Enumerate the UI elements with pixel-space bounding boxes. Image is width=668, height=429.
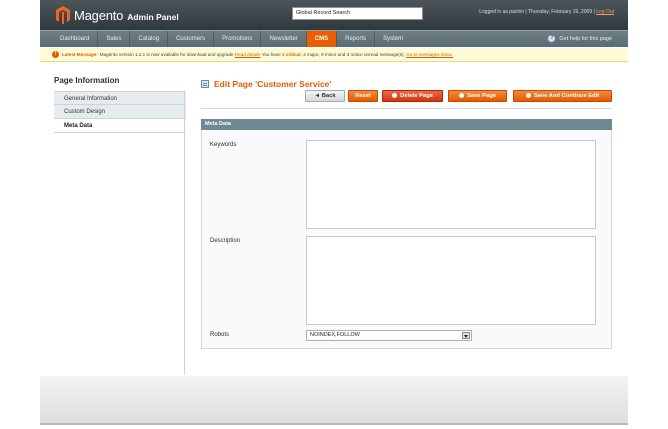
notice-text: Magento version 1.2.1 is now available f… — [99, 52, 234, 57]
meta-data-fieldset: Keywords Description Robots NOINDEX,FOLL… — [201, 130, 612, 349]
back-icon: ◄ — [314, 93, 322, 99]
page-info-sidebar: Page Information General Information Cus… — [54, 76, 186, 133]
description-textarea[interactable] — [306, 236, 596, 325]
select-arrow-icon — [462, 332, 470, 339]
critical-count: 1 critical — [281, 52, 301, 57]
save-and-continue-button[interactable]: Save And Continue Edit — [513, 90, 612, 102]
admin-header: Magento Admin Panel Global Record Search… — [40, 0, 628, 30]
nav-item-sales[interactable]: Sales — [98, 31, 131, 47]
read-details-link[interactable]: Read details — [235, 52, 261, 57]
messages-inbox-link[interactable]: Go to messages inbox. — [406, 52, 453, 57]
back-button[interactable]: ◄ Back — [305, 90, 345, 102]
nav-item-dashboard[interactable]: Dashboard — [52, 31, 99, 47]
logo-text: Magento — [74, 7, 124, 23]
save-icon — [458, 92, 464, 98]
warning-icon: ! — [52, 51, 59, 58]
save-page-button[interactable]: Save Page — [448, 90, 507, 102]
meta-data-section-header: Meta Data — [201, 119, 612, 130]
footer — [40, 376, 628, 423]
footer-divider — [40, 423, 628, 425]
keywords-textarea[interactable] — [306, 140, 596, 229]
tab-custom-design[interactable]: Custom Design — [54, 105, 186, 119]
save-icon — [525, 92, 531, 98]
robots-label: Robots — [210, 332, 230, 338]
logo[interactable]: Magento Admin Panel — [56, 6, 179, 24]
nav-item-cms[interactable]: CMS — [306, 31, 338, 47]
magento-logo-icon — [56, 6, 70, 24]
sidebar-divider — [184, 92, 185, 375]
nav-item-catalog[interactable]: Catalog — [130, 31, 169, 47]
main-nav: Dashboard Sales Catalog Customers Promot… — [40, 30, 628, 47]
system-notice: ! Latest Message: Magento version 1.2.1 … — [40, 48, 628, 62]
header-user-info: Logged in as pachin | Thursday, February… — [479, 9, 614, 15]
delete-icon — [392, 92, 398, 98]
reset-button[interactable]: Reset — [348, 90, 378, 102]
global-search-input[interactable]: Global Record Search — [292, 7, 423, 20]
nav-item-promotions[interactable]: Promotions — [214, 31, 262, 47]
description-label: Description — [210, 238, 241, 244]
nav-item-reports[interactable]: Reports — [337, 31, 376, 47]
robots-select[interactable]: NOINDEX,FOLLOW — [306, 330, 472, 341]
keywords-label: Keywords — [210, 142, 237, 148]
current-date: Thursday, February 19, 2009 — [528, 9, 593, 15]
page-title: Edit Page 'Customer Service' — [201, 79, 331, 89]
tab-general-information[interactable]: General Information — [54, 91, 186, 105]
nav-item-newsletter[interactable]: Newsletter — [261, 31, 307, 47]
logout-link[interactable]: Log Out — [596, 9, 614, 15]
help-link[interactable]: ? Get help for this page — [548, 35, 612, 42]
notice-label: Latest Message: — [62, 52, 98, 57]
help-text: Get help for this page — [559, 35, 612, 42]
logged-in-text: Logged in as pachin — [479, 9, 524, 15]
delete-page-button[interactable]: Delete Page — [382, 90, 443, 102]
title-divider — [201, 108, 612, 109]
help-icon: ? — [548, 35, 556, 42]
sidebar-title: Page Information — [54, 76, 120, 85]
nav-item-customers[interactable]: Customers — [168, 31, 215, 47]
tab-meta-data[interactable]: Meta Data — [54, 119, 186, 133]
page-title-text: Edit Page 'Customer Service' — [214, 79, 332, 89]
logo-subtitle: Admin Panel — [127, 11, 179, 22]
nav-item-system[interactable]: System — [375, 31, 411, 47]
robots-select-value: NOINDEX,FOLLOW — [310, 332, 360, 338]
page-icon — [201, 80, 209, 88]
